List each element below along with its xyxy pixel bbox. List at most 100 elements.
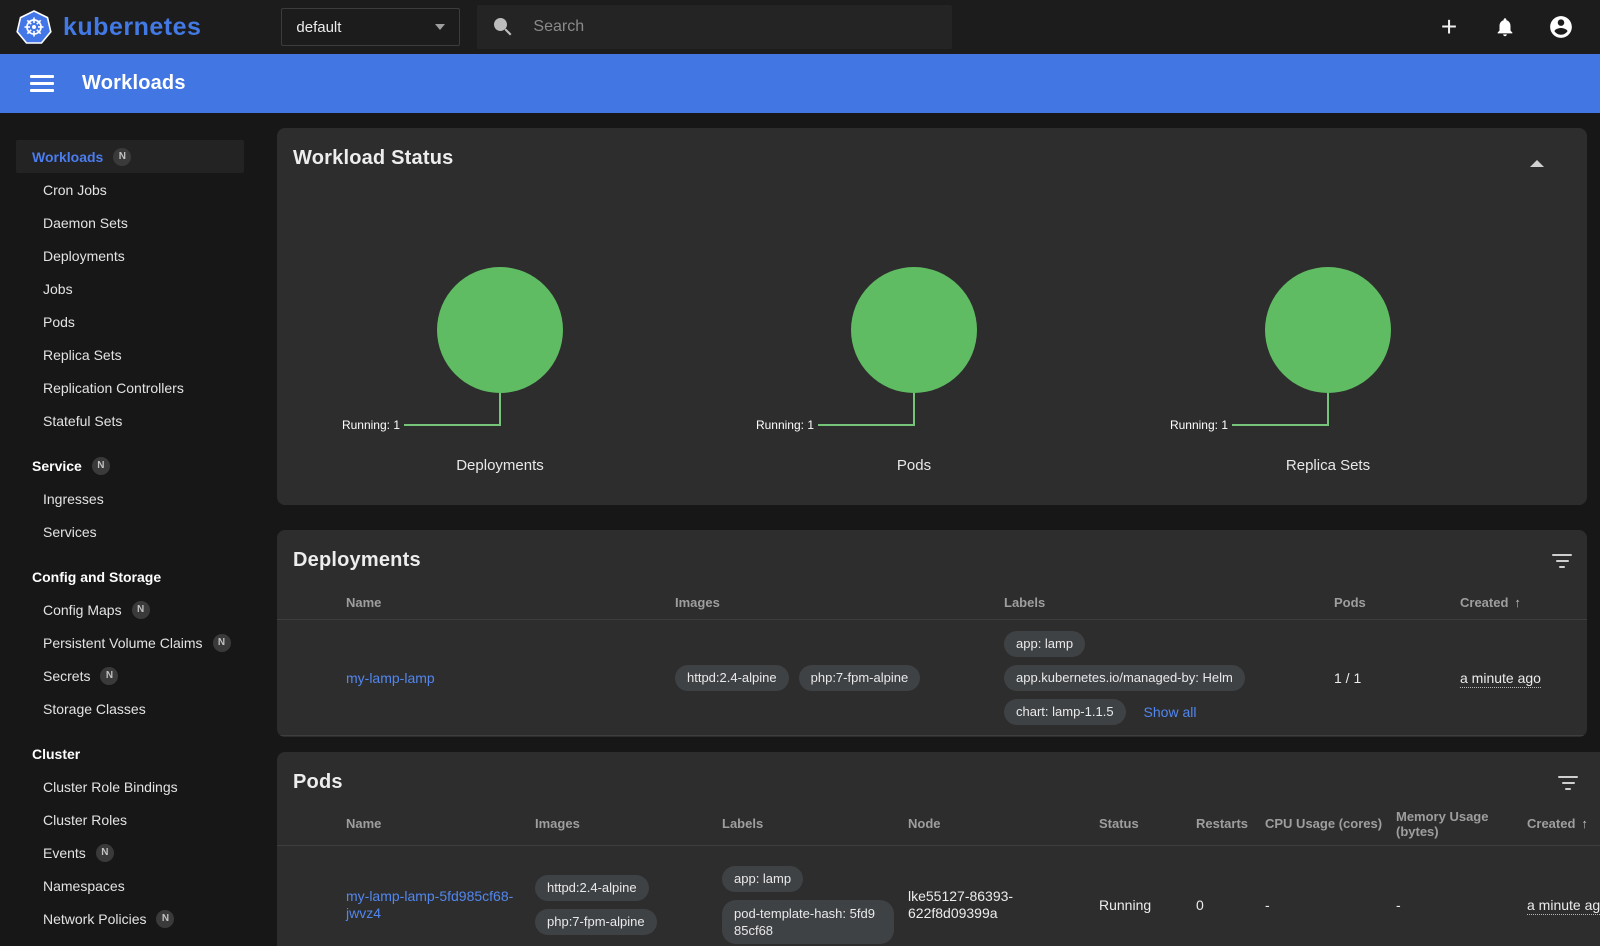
pie-slice-running[interactable] — [1265, 267, 1391, 393]
chart-label: Running: 1 — [1170, 418, 1228, 432]
new-badge: N — [100, 667, 118, 685]
memory-usage: - — [1396, 897, 1527, 913]
column-header-cpu[interactable]: CPU Usage (cores) — [1265, 816, 1396, 831]
plus-icon: + — [1441, 13, 1457, 41]
label-chip: pod-template-hash: 5fd985cf68 — [722, 900, 894, 944]
pods-table-header: Name Images Labels Node Status Restarts … — [277, 802, 1600, 846]
column-header-restarts[interactable]: Restarts — [1196, 816, 1265, 831]
show-all-labels-link[interactable]: Show all — [1144, 704, 1197, 720]
page-title: Workloads — [82, 72, 186, 95]
column-header-images[interactable]: Images — [675, 595, 1004, 610]
label-chip: app: lamp — [1004, 631, 1085, 657]
workload-status-card: Workload Status Running: 1 Deployments R… — [277, 128, 1587, 505]
sidebar-item-persistent-volume-claims[interactable]: Persistent Volume Claims N — [16, 626, 244, 659]
restarts-count: 0 — [1196, 897, 1265, 913]
column-header-images[interactable]: Images — [535, 816, 722, 831]
pie-slice-running[interactable] — [851, 267, 977, 393]
pods-ready-count: 1 / 1 — [1334, 670, 1460, 686]
chart-title: Pods — [764, 457, 1064, 474]
image-chip: httpd:2.4-alpine — [675, 665, 789, 691]
chart-title: Deployments — [350, 457, 650, 474]
new-badge: N — [92, 457, 110, 475]
kubernetes-logo-icon — [16, 9, 52, 45]
new-badge: N — [213, 634, 231, 652]
new-badge: N — [96, 844, 114, 862]
create-resource-button[interactable]: + — [1432, 10, 1466, 44]
sidebar-item-secrets[interactable]: Secrets N — [16, 659, 244, 692]
column-header-labels[interactable]: Labels — [722, 816, 908, 831]
menu-button[interactable] — [20, 64, 64, 104]
sidebar-item-config-maps[interactable]: Config Maps N — [16, 593, 244, 626]
account-button[interactable] — [1544, 10, 1578, 44]
sidebar-item-events[interactable]: Events N — [16, 836, 244, 869]
pie-slice-running[interactable] — [437, 267, 563, 393]
sidebar-item-cluster[interactable]: Cluster — [16, 737, 244, 770]
sidebar-item-workloads[interactable]: Workloads N — [16, 140, 244, 173]
column-header-labels[interactable]: Labels — [1004, 595, 1334, 610]
pod-status: Running — [1099, 897, 1196, 913]
image-chip: httpd:2.4-alpine — [535, 875, 649, 901]
column-header-created[interactable]: Created↑ — [1460, 595, 1587, 610]
replica-sets-status-chart: Running: 1 Replica Sets — [1178, 267, 1478, 502]
column-header-pods[interactable]: Pods — [1334, 595, 1460, 610]
hamburger-icon — [30, 75, 54, 78]
deployments-status-chart: Running: 1 Deployments — [350, 267, 650, 502]
created-relative-time[interactable]: a minute ago — [1527, 897, 1600, 915]
top-header: kubernetes default + — [0, 0, 1600, 54]
sidebar-item-cron-jobs[interactable]: Cron Jobs — [16, 173, 244, 206]
column-header-status[interactable]: Status — [1099, 816, 1196, 831]
sidebar-item-cluster-role-bindings[interactable]: Cluster Role Bindings — [16, 770, 244, 803]
sidebar-item-pods[interactable]: Pods — [16, 305, 244, 338]
sort-ascending-icon: ↑ — [1514, 595, 1521, 610]
notifications-button[interactable] — [1488, 10, 1522, 44]
sidebar-item-network-policies[interactable]: Network Policies N — [16, 902, 244, 935]
pods-title: Pods — [293, 771, 343, 794]
namespace-selector[interactable]: default — [281, 8, 460, 46]
column-header-name[interactable]: Name — [346, 816, 535, 831]
label-chip: app.kubernetes.io/managed-by: Helm — [1004, 665, 1245, 691]
chart-label: Running: 1 — [342, 418, 400, 432]
sidebar-nav: Workloads N Cron Jobs Daemon Sets Deploy… — [0, 113, 260, 946]
filter-icon[interactable] — [1557, 776, 1579, 790]
sidebar-item-stateful-sets[interactable]: Stateful Sets — [16, 404, 244, 437]
search-input[interactable] — [533, 18, 938, 36]
sidebar-item-jobs[interactable]: Jobs — [16, 272, 244, 305]
cpu-usage: - — [1265, 897, 1396, 913]
image-chip: php:7-fpm-alpine — [535, 909, 657, 935]
sidebar-item-service[interactable]: Service N — [16, 449, 244, 482]
column-header-name[interactable]: Name — [346, 595, 675, 610]
pods-status-chart: Running: 1 Pods — [764, 267, 1064, 502]
sidebar-item-cluster-roles[interactable]: Cluster Roles — [16, 803, 244, 836]
new-badge: N — [132, 601, 150, 619]
created-relative-time[interactable]: a minute ago — [1460, 670, 1541, 688]
column-header-node[interactable]: Node — [908, 816, 1099, 831]
sidebar-item-ingresses[interactable]: Ingresses — [16, 482, 244, 515]
sidebar-item-deployments[interactable]: Deployments — [16, 239, 244, 272]
column-header-created[interactable]: Created↑ — [1527, 816, 1600, 831]
kubernetes-logo-link[interactable]: kubernetes — [16, 9, 201, 45]
label-chip: app: lamp — [722, 866, 803, 892]
collapse-card-button[interactable] — [1527, 155, 1547, 171]
chart-label: Running: 1 — [756, 418, 814, 432]
new-badge: N — [113, 148, 131, 166]
search-icon — [491, 15, 515, 39]
deployments-card: Deployments Name Images Labels Pods Crea… — [277, 530, 1587, 737]
sidebar-item-daemon-sets[interactable]: Daemon Sets — [16, 206, 244, 239]
image-chip: php:7-fpm-alpine — [799, 665, 921, 691]
sidebar-item-namespaces[interactable]: Namespaces — [16, 869, 244, 902]
sidebar-item-config-and-storage[interactable]: Config and Storage — [16, 560, 244, 593]
chart-title: Replica Sets — [1178, 457, 1478, 474]
sidebar-item-services[interactable]: Services — [16, 515, 244, 548]
sidebar-item-replica-sets[interactable]: Replica Sets — [16, 338, 244, 371]
header-actions: + — [1432, 10, 1578, 44]
pod-name-link[interactable]: my-lamp-lamp-5fd985cf68-jwvz4 — [346, 888, 513, 921]
sidebar-item-replication-controllers[interactable]: Replication Controllers — [16, 371, 244, 404]
chevron-down-icon — [435, 24, 445, 30]
sidebar-item-storage-classes[interactable]: Storage Classes — [16, 692, 244, 725]
workload-status-title: Workload Status — [293, 147, 453, 170]
app-bar: Workloads — [0, 54, 1600, 113]
column-header-memory[interactable]: Memory Usage (bytes) — [1396, 809, 1527, 839]
filter-icon[interactable] — [1551, 554, 1573, 568]
deployment-name-link[interactable]: my-lamp-lamp — [346, 670, 435, 686]
chevron-up-icon — [1530, 160, 1544, 167]
